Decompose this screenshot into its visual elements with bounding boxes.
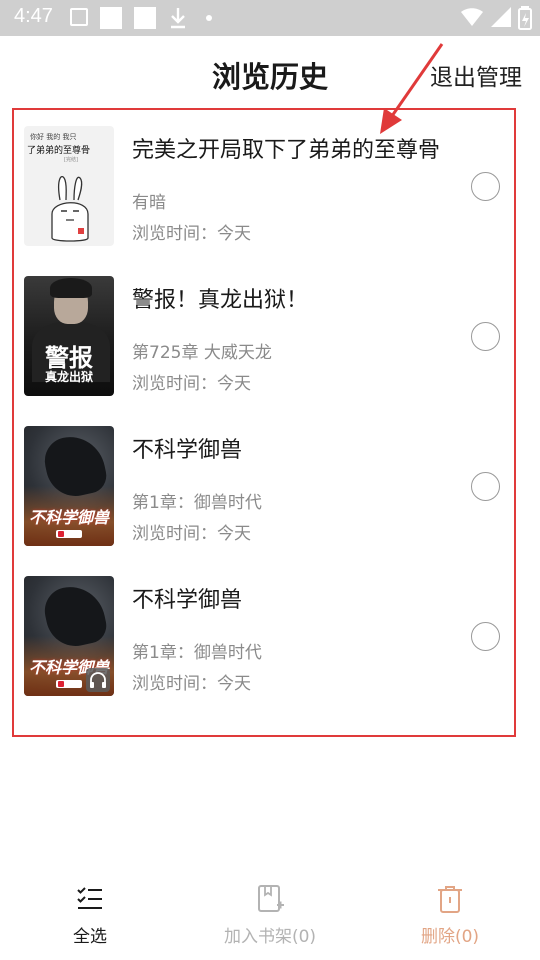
annotation-highlight-box	[12, 108, 516, 737]
checklist-icon	[75, 884, 105, 914]
app-notification-icon	[100, 7, 122, 29]
select-all-button[interactable]: 全选	[30, 884, 150, 947]
add-to-shelf-button[interactable]: 加入书架(0)	[210, 884, 330, 947]
header: 浏览历史 退出管理	[0, 36, 540, 110]
select-all-label: 全选	[73, 927, 107, 947]
more-notifications-icon	[206, 15, 212, 21]
add-to-shelf-label: 加入书架(0)	[223, 927, 317, 947]
wifi-icon	[460, 6, 484, 32]
signal-icon	[490, 6, 512, 32]
battery-icon	[518, 6, 532, 34]
trash-icon	[435, 884, 465, 914]
bookshelf-add-icon	[255, 884, 285, 914]
status-time: 4:47	[14, 5, 53, 27]
bottom-action-bar: 全选 加入书架(0) 删除(0)	[0, 870, 540, 960]
app-notification-icon-2	[134, 7, 156, 29]
status-bar: 4:47	[0, 0, 540, 36]
delete-label: 删除(0)	[420, 927, 480, 947]
delete-button[interactable]: 删除(0)	[390, 884, 510, 947]
download-icon	[168, 6, 188, 34]
image-notification-icon	[70, 8, 88, 26]
